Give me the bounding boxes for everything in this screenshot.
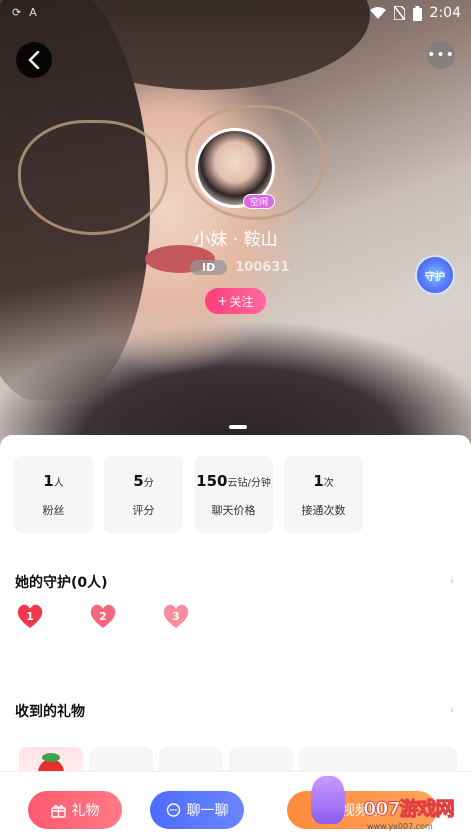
more-dots-icon: •••: [427, 47, 455, 63]
gift-icon: [50, 804, 66, 818]
stat-label: 评分: [132, 503, 155, 517]
guard-badge-label: 守护: [425, 271, 445, 283]
stat-unit: 次: [323, 477, 334, 489]
guard-badge-button[interactable]: 守护: [415, 255, 455, 295]
heart-number: 2: [99, 609, 107, 623]
id-value: 100631: [235, 259, 290, 275]
stat-value: 1: [43, 471, 54, 490]
stat-label: 聊天价格: [211, 503, 256, 517]
guard-heart-2[interactable]: 2: [89, 603, 117, 629]
stat-label: 粉丝: [42, 503, 65, 517]
profile-name: 小妹 · 鞍山: [193, 230, 278, 250]
photo-glasses-left: [18, 120, 168, 235]
watermark-url: www.yx007.com: [367, 822, 433, 831]
status-bar: ⟳ A 2:04: [0, 0, 471, 28]
watermark-logo: 007游戏网 www.yx007.com: [303, 772, 471, 837]
watermark-hand-icon: [311, 776, 345, 824]
wifi-icon: [369, 6, 386, 19]
gift-button[interactable]: 礼物: [28, 791, 122, 829]
profile-photo: [0, 0, 471, 445]
gifts-section-title: 收到的礼物: [15, 704, 85, 720]
heart-number: 1: [26, 609, 34, 623]
guard-section-title: 她的守护(0人): [15, 575, 108, 591]
stat-price: 150云钻/分钟 聊天价格: [194, 456, 273, 533]
heart-number: 3: [172, 609, 180, 623]
plus-icon: +: [217, 294, 228, 308]
status-time: 2:04: [429, 5, 461, 21]
gift-button-label: 礼物: [71, 803, 100, 819]
chevron-left-icon: [28, 51, 40, 69]
status-right: 2:04: [369, 5, 461, 21]
id-label: ID: [190, 259, 228, 275]
a-icon: A: [29, 6, 37, 19]
stat-value: 150: [196, 471, 228, 490]
stat-label: 接通次数: [301, 503, 346, 517]
id-row: ID 100631: [190, 258, 290, 276]
watermark-text: 007游戏网: [363, 798, 456, 821]
stat-fans: 1人 粉丝: [14, 456, 93, 533]
follow-label: 关注: [229, 294, 254, 309]
sync-icon: ⟳: [12, 6, 22, 19]
stat-value: 1: [313, 471, 324, 490]
back-button[interactable]: [16, 42, 52, 78]
chevron-right-icon[interactable]: ›: [450, 705, 454, 716]
battery-icon: [412, 5, 422, 21]
photo-pager-indicator: [229, 425, 247, 429]
chat-button-label: 聊一聊: [186, 803, 229, 819]
stats-row: 1人 粉丝 5分 评分 150云钻/分钟 聊天价格 1次 接通次数: [14, 456, 363, 533]
guard-heart-3[interactable]: 3: [162, 603, 190, 629]
more-button[interactable]: •••: [427, 41, 455, 69]
guard-hearts: 1 2 3: [16, 603, 190, 629]
no-sim-icon: [393, 6, 405, 20]
stat-calls: 1次 接通次数: [284, 456, 363, 533]
strawberry-leaf: [42, 753, 60, 762]
guard-heart-1[interactable]: 1: [16, 603, 44, 629]
stat-rating: 5分 评分: [104, 456, 183, 533]
stat-value: 5: [133, 471, 144, 490]
status-left-icons: ⟳ A: [12, 6, 37, 19]
chat-button[interactable]: 聊一聊: [150, 791, 244, 829]
chevron-right-icon[interactable]: ›: [450, 576, 454, 587]
stat-unit: 人: [53, 477, 64, 489]
follow-button[interactable]: + 关注: [205, 288, 266, 314]
stat-unit: 分: [143, 477, 154, 489]
status-badge: 空闲: [243, 194, 275, 209]
chat-bubble-icon: [166, 802, 180, 817]
stat-unit: 云钻/分钟: [227, 477, 271, 489]
